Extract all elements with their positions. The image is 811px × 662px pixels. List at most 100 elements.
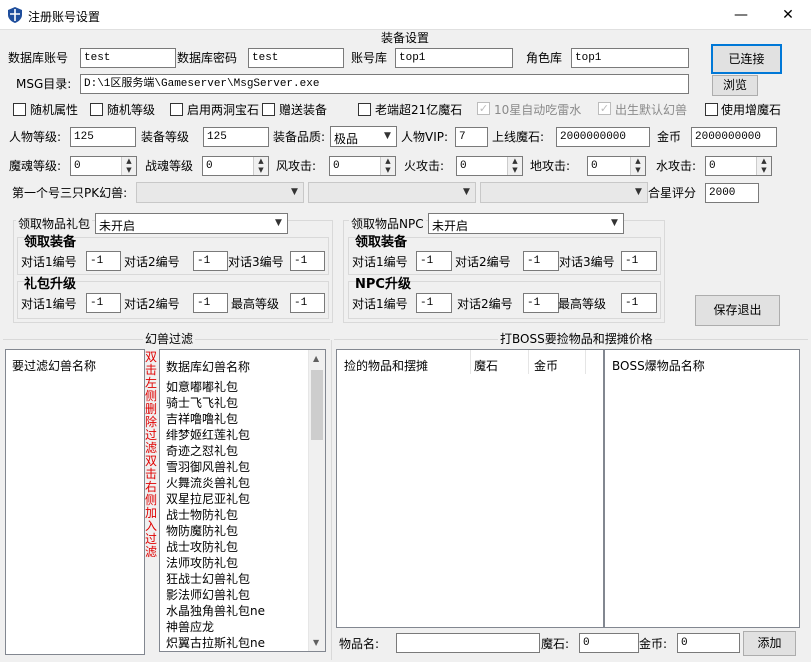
connect-button[interactable]: 已连接: [711, 44, 782, 74]
item-name-input[interactable]: [396, 633, 540, 653]
gift-u1-label: 对话1编号: [21, 297, 77, 311]
gift-max-label: 最高等级: [231, 297, 280, 311]
boss-drop-list[interactable]: BOSS爆物品名称: [604, 349, 800, 628]
spin-arrows-icon[interactable]: ▲ ▼: [507, 157, 522, 175]
filter-pet-list[interactable]: 要过滤幻兽名称: [5, 349, 145, 655]
gift-pack-select[interactable]: 未开启 ▼: [95, 213, 288, 234]
list-item[interactable]: 雪羽御风兽礼包: [166, 458, 250, 475]
auto-thunder-water-label: 10星自动吃雷水: [494, 103, 582, 117]
list-item[interactable]: 如意嘟嘟礼包: [166, 378, 238, 395]
gift-max-input[interactable]: -1: [290, 293, 325, 313]
column-separator: [585, 350, 586, 374]
close-button[interactable]: ✕: [765, 0, 811, 30]
npc-u2-input[interactable]: -1: [523, 293, 559, 313]
chevron-up-icon[interactable]: ▲: [313, 354, 319, 363]
wind-attack-label: 风攻击:: [276, 159, 317, 173]
spin-arrows-icon[interactable]: ▲ ▼: [630, 157, 645, 175]
list-item[interactable]: 水晶独角兽礼包ne: [166, 602, 265, 619]
list-item[interactable]: 奇迹之怼礼包: [166, 442, 238, 459]
minimize-button[interactable]: —: [718, 0, 764, 30]
online-stone-input[interactable]: 2000000000: [556, 127, 650, 147]
filter-pet-header: 要过滤幻兽名称: [12, 359, 97, 373]
list-item[interactable]: 绯梦姬红莲礼包: [166, 426, 250, 443]
char-level-input[interactable]: 125: [70, 127, 136, 147]
npc-u1-input[interactable]: -1: [416, 293, 452, 313]
browse-button[interactable]: 浏览: [712, 75, 758, 96]
boss-gold-input[interactable]: 0: [677, 633, 740, 653]
list-item[interactable]: 火舞流炎兽礼包: [166, 474, 250, 491]
gift-u2-input[interactable]: -1: [193, 293, 228, 313]
drop-header: BOSS爆物品名称: [612, 359, 705, 373]
water-attack-stepper[interactable]: 0 ▲ ▼: [705, 156, 772, 176]
gift-d1-input[interactable]: -1: [86, 251, 121, 271]
list-item[interactable]: 神兽应龙: [166, 618, 214, 635]
fire-attack-value: 0: [460, 160, 467, 172]
chevron-down-icon[interactable]: ▼: [313, 638, 319, 647]
gift-d2-input[interactable]: -1: [193, 251, 228, 271]
list-item[interactable]: 法师攻防礼包: [166, 554, 238, 571]
war-soul-stepper[interactable]: 0 ▲ ▼: [202, 156, 269, 176]
boss-pickup-list[interactable]: 捡的物品和摆摊 魔石 金币: [336, 349, 604, 628]
list-item[interactable]: 骑士飞飞礼包: [166, 394, 238, 411]
list-item[interactable]: 炽翼古拉斯礼包ne: [166, 634, 265, 651]
save-exit-button[interactable]: 保存退出: [695, 295, 780, 326]
gift-d3-input[interactable]: -1: [290, 251, 325, 271]
account-db-input[interactable]: top1: [395, 48, 513, 68]
db-account-input[interactable]: test: [80, 48, 176, 68]
db-pet-list[interactable]: 数据库幻兽名称 ▲ ▼ 如意嘟嘟礼包 骑士飞飞礼包 吉祥噜噜礼包 绯梦姬红莲礼包…: [159, 349, 326, 652]
gift-u1-input[interactable]: -1: [86, 293, 121, 313]
spin-arrows-icon[interactable]: ▲ ▼: [756, 157, 771, 175]
list-item[interactable]: 吉祥噜噜礼包: [166, 410, 238, 427]
old-server-stone-checkbox[interactable]: [358, 103, 371, 116]
char-level-label: 人物等级:: [9, 130, 62, 144]
db-account-label: 数据库账号: [8, 51, 69, 65]
random-level-checkbox[interactable]: [90, 103, 103, 116]
npc-d3-input[interactable]: -1: [621, 251, 657, 271]
vip-input[interactable]: 7: [455, 127, 488, 147]
scrollbar-thumb[interactable]: [311, 370, 323, 440]
pk-pet-3-select: ▼: [480, 182, 648, 203]
list-item[interactable]: 战士物防礼包: [166, 506, 238, 523]
boss-title: 打BOSS要捡物品和摆摊价格: [498, 332, 655, 346]
stone-input[interactable]: 0: [579, 633, 639, 653]
spin-arrows-icon[interactable]: ▲ ▼: [253, 157, 268, 175]
gold-input[interactable]: 2000000000: [691, 127, 777, 147]
random-level-label: 随机等级: [107, 103, 156, 117]
list-item[interactable]: 战士攻防礼包: [166, 538, 238, 555]
earth-attack-stepper[interactable]: 0 ▲ ▼: [587, 156, 646, 176]
list-item[interactable]: 影法师幻兽礼包: [166, 586, 250, 603]
two-slot-gem-checkbox[interactable]: [170, 103, 183, 116]
spin-arrows-icon[interactable]: ▲ ▼: [121, 157, 136, 175]
column-separator: [470, 350, 471, 374]
soul-level-stepper[interactable]: 0 ▲ ▼: [70, 156, 137, 176]
chevron-down-icon: ▼: [275, 218, 282, 228]
list-item[interactable]: 双星拉尼亚礼包: [166, 490, 250, 507]
spin-arrows-icon[interactable]: ▲ ▼: [380, 157, 395, 175]
online-stone-label: 上线魔石:: [492, 130, 545, 144]
db-password-input[interactable]: test: [248, 48, 344, 68]
npc-upgrade-title: NPC升级: [355, 277, 411, 292]
npc-d2-input[interactable]: -1: [523, 251, 559, 271]
npc-max-input[interactable]: -1: [621, 293, 657, 313]
window-title: 注册账号设置: [28, 10, 101, 24]
role-db-input[interactable]: top1: [571, 48, 689, 68]
npc-u1-label: 对话1编号: [352, 297, 408, 311]
add-button[interactable]: 添加: [743, 631, 796, 656]
random-attr-checkbox[interactable]: [13, 103, 26, 116]
gift-upgrade-title: 礼包升级: [24, 277, 77, 292]
equip-level-input[interactable]: 125: [203, 127, 269, 147]
role-db-label: 角色库: [526, 51, 563, 65]
db-password-label: 数据库密码: [177, 51, 238, 65]
msg-dir-input[interactable]: D:\1区服务端\Gameserver\MsgServer.exe: [80, 74, 689, 94]
npc-d1-input[interactable]: -1: [416, 251, 452, 271]
list-item[interactable]: 狂战士幻兽礼包: [166, 570, 250, 587]
gift-equip-checkbox[interactable]: [262, 103, 275, 116]
npc-select[interactable]: 未开启 ▼: [428, 213, 624, 234]
use-boost-stone-checkbox[interactable]: [705, 103, 718, 116]
db-pet-scrollbar[interactable]: ▲ ▼: [308, 350, 325, 651]
wind-attack-stepper[interactable]: 0 ▲ ▼: [329, 156, 396, 176]
fire-attack-stepper[interactable]: 0 ▲ ▼: [456, 156, 523, 176]
star-score-input[interactable]: 2000: [705, 183, 759, 203]
list-item[interactable]: 物防魔防礼包: [166, 522, 238, 539]
equip-quality-select[interactable]: 极品 ▼: [330, 126, 397, 147]
